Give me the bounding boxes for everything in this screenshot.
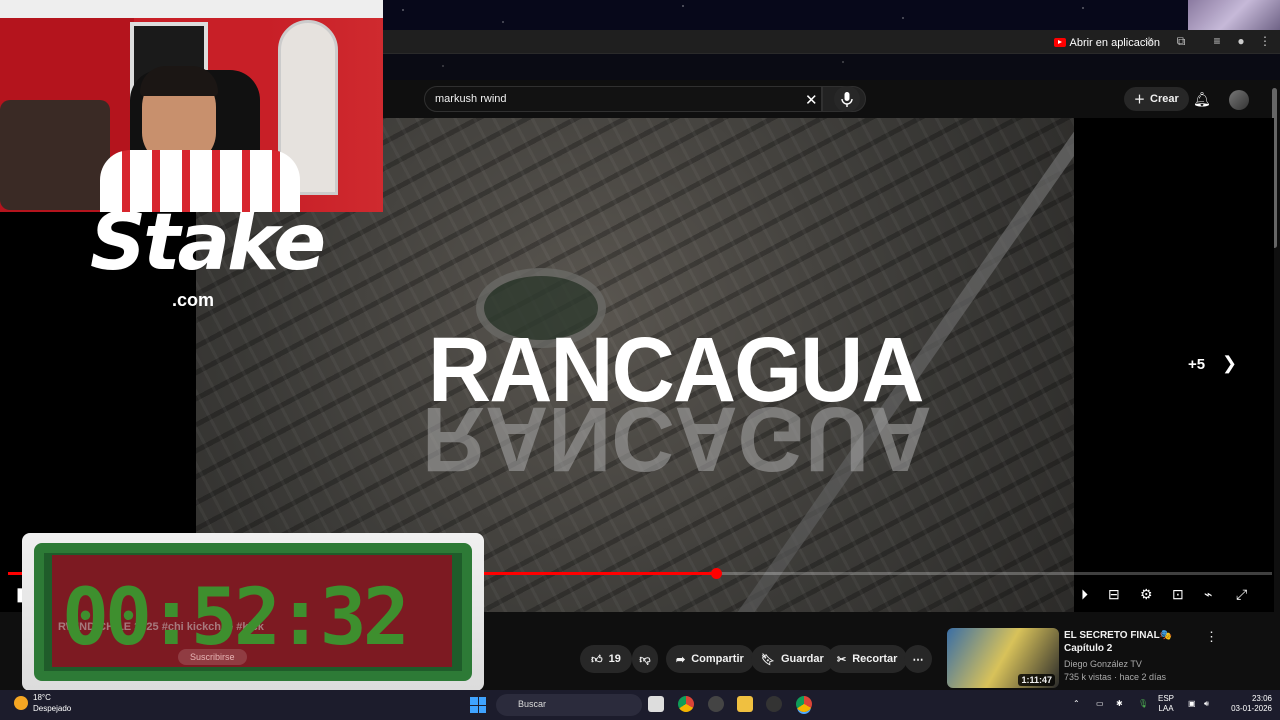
clear-search-icon[interactable]: ✕ [805,91,818,109]
save-button[interactable]: 🔖︎ Guardar [751,645,834,673]
thumbs-down-icon: 👎︎ [639,653,651,666]
save-label: Guardar [780,653,824,665]
chrome-icon[interactable] [678,696,694,712]
network-icon[interactable]: ▣ [1188,699,1196,709]
clock-date: 03-01-2026 [1231,704,1272,713]
chevron-right-icon[interactable]: ❯ [1222,353,1237,374]
webcam-ceiling [0,0,383,18]
thumbs-up-icon: 👍︎ [591,653,603,666]
video-overlay-title-reflection: RANCAGUA [422,388,932,490]
account-avatar[interactable] [1229,90,1249,110]
streamer-webcam [0,0,383,212]
search-query: markush rwind [435,93,507,105]
subscribe-button-ghost: Suscribirse [178,649,247,665]
clock-time: 23:06 [1251,694,1272,703]
suggested-video-stats: 735 k vistas · hace 2 días [1064,672,1167,682]
share-button[interactable]: ➦ Compartir [666,645,754,673]
plus-icon: ＋ [1134,94,1145,106]
file-explorer-icon[interactable] [737,696,753,712]
share-icon: ➦ [676,653,686,666]
more-vertical-icon[interactable]: ⋮ [1205,629,1218,645]
weather-sun-icon[interactable] [14,696,28,710]
create-label: Crear [1150,93,1179,105]
input-language-primary: ESP [1158,694,1175,703]
weather-condition[interactable]: Despejado [33,704,71,713]
clip-label: Recortar [852,653,898,665]
screen: Abrir en aplicación ☆ ⧉ ≡ ● ⋮ markush rw… [0,0,1280,720]
windows-taskbar: 18°C Despejado Buscar ⌃ ▭ ✱ 🎙︎ ESP LAA ▣… [0,690,1280,720]
suggested-video-title[interactable]: EL SECRETO FINAL🎭 Capítulo 2 [1064,629,1204,655]
microphone-icon [841,92,853,107]
tray-mic-icon[interactable]: 🎙︎ [1138,699,1148,709]
taskbar-search[interactable]: Buscar [496,694,642,716]
miniplayer-icon[interactable]: ⊡ [1172,586,1184,603]
task-view-icon[interactable] [648,696,664,712]
tray-overflow-icon[interactable]: ⌃ [1073,699,1080,709]
wallpaper-thumbnail [1188,0,1280,30]
clip-button[interactable]: ✂ Recortar [827,645,908,673]
like-count: 19 [608,653,621,665]
windows-start-icon[interactable] [470,697,486,713]
scissors-icon: ✂ [837,653,847,666]
bookmark-icon: 🔖︎ [761,653,775,666]
search-input[interactable]: markush rwind ✕ [424,86,822,112]
suggested-video-meta: Diego González TV 735 k vistas · hace 2 … [1064,658,1166,684]
create-button[interactable]: ＋ Crear [1124,87,1189,111]
video-scrubber-handle[interactable] [710,568,722,579]
tray-device-icon[interactable]: ▭ [1096,699,1104,709]
chrome-active-icon[interactable] [796,696,812,712]
input-language-secondary: LAA [1158,704,1174,713]
more-horizontal-icon: ⋯ [912,653,924,666]
media-player-icon[interactable] [766,696,782,712]
page-banner [383,54,1280,80]
stream-timer-overlay: RWIND CHILE 2025 #chi kickchile #kick 00… [22,533,484,691]
webcam-streamer-hair [140,66,218,96]
dislike-button[interactable]: 👎︎ [632,645,658,673]
weather-temperature[interactable]: 18°C [33,693,51,702]
media-controls-icon[interactable]: ≡ [1210,34,1224,48]
stake-logo-domain: .com [172,290,215,310]
system-clock[interactable]: 23:06 03-01-2026 [1224,694,1272,714]
suggested-video-channel: Diego González TV [1064,659,1142,669]
settings-gear-icon[interactable]: ⚙ [1140,586,1153,603]
subtitles-icon[interactable]: ⊟ [1108,586,1120,603]
youtube-header: markush rwind ✕ ＋ Crear 🔔︎ [383,80,1280,118]
notifications-icon[interactable]: 🔔︎ [1193,91,1211,108]
like-button[interactable]: 👍︎ 19 [580,645,632,673]
fullscreen-icon[interactable]: ⤢ [1236,586,1247,603]
youtube-logo-icon [1053,38,1066,47]
webcam-sofa [0,100,110,210]
autoplay-toggle-icon[interactable]: ⏵ [1081,586,1088,603]
more-videos-count[interactable]: +5 [1188,356,1205,373]
voice-search-button[interactable] [834,86,860,112]
share-label: Compartir [691,653,744,665]
browser-menu-icon[interactable]: ⋮ [1258,34,1272,48]
more-actions-button[interactable]: ⋯ [904,645,932,673]
profile-icon[interactable]: ● [1234,34,1248,48]
cast-icon[interactable]: ⌁ [1204,586,1212,603]
player-right-pillar [1074,118,1274,612]
suggested-video-duration: 1:11:47 [1018,674,1055,686]
suggested-video-thumbnail[interactable]: 1:11:47 [947,628,1059,688]
input-language[interactable]: ESP LAA [1158,694,1174,714]
volume-icon[interactable]: 🔊︎ [1204,699,1209,709]
extensions-icon[interactable]: ⧉ [1174,34,1188,48]
webcam-streamer-shirt [100,150,300,212]
browser-background [383,0,1280,30]
star-icon[interactable]: ☆ [1142,34,1156,48]
browser-toolbar: Abrir en aplicación ☆ ⧉ ≡ ● ⋮ [383,30,1280,54]
tray-bluetooth-icon[interactable]: ✱ [1116,699,1123,709]
obs-icon[interactable] [708,696,724,712]
